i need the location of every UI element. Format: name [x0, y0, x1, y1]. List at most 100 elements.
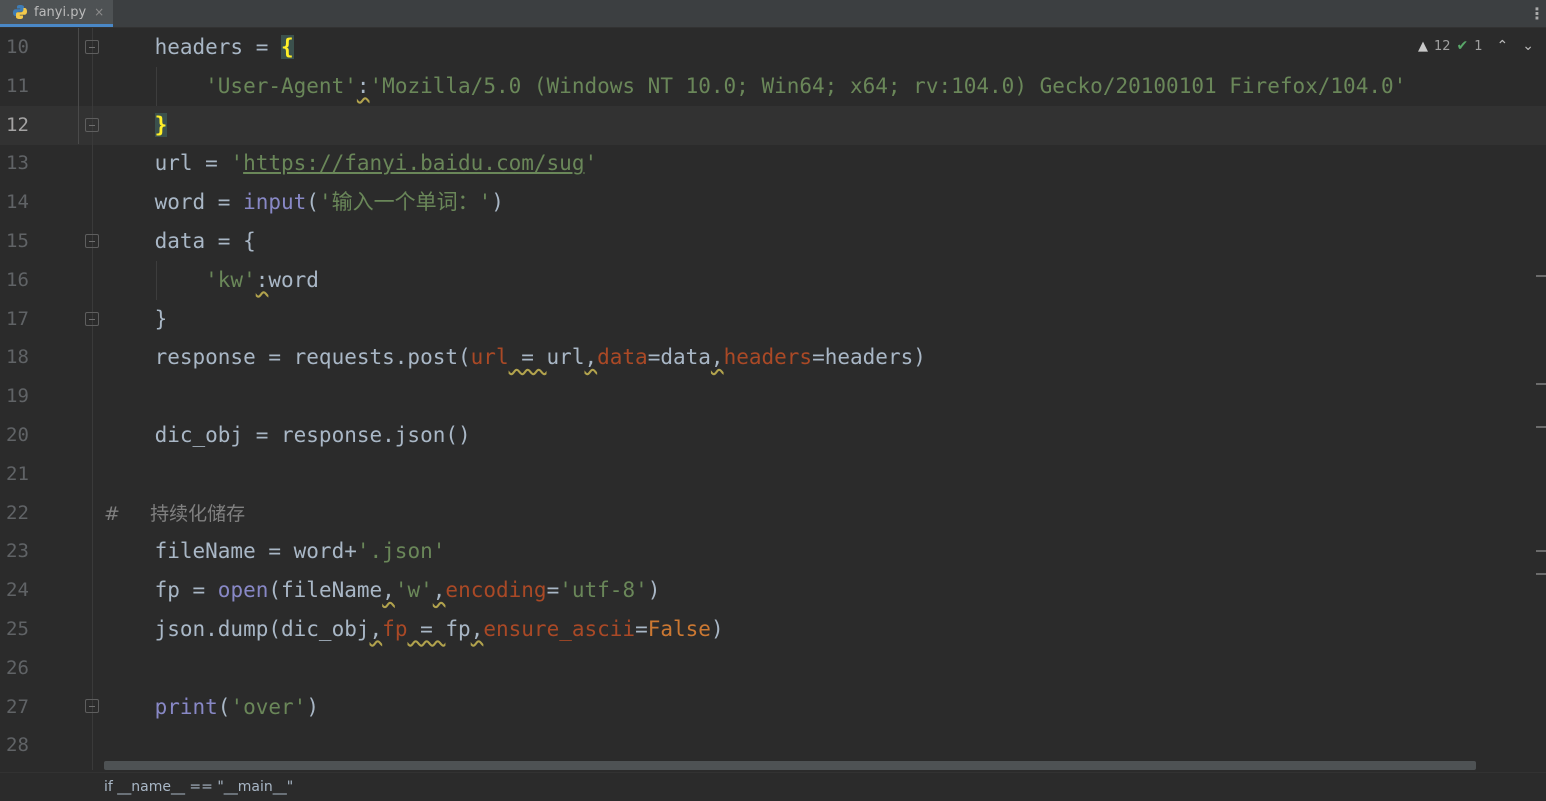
- code-token: headers =: [104, 35, 282, 59]
- code-text[interactable]: fileName = word+'.json': [104, 532, 446, 571]
- code-token: ,: [584, 345, 598, 370]
- close-icon[interactable]: ×: [94, 5, 104, 19]
- code-line[interactable]: 17 }: [0, 300, 1546, 339]
- code-line[interactable]: 23 fileName = word+'.json': [0, 532, 1546, 571]
- code-line[interactable]: 16 'kw':word: [0, 261, 1546, 300]
- breadcrumb-item[interactable]: if __name__ == "__main__": [104, 779, 293, 795]
- code-token: '输入一个单词：': [318, 190, 492, 215]
- code-token: fp =: [104, 578, 218, 603]
- tab-fanyi-py[interactable]: fanyi.py ×: [0, 0, 113, 27]
- code-line[interactable]: 12 }: [0, 105, 1546, 145]
- chevron-up-icon[interactable]: ⌃: [1497, 38, 1509, 54]
- code-token: (: [306, 190, 319, 215]
- line-number: 13: [6, 152, 29, 175]
- active-scope-line: [78, 28, 79, 144]
- code-text[interactable]: 'User-Agent':'Mozilla/5.0 (Windows NT 10…: [104, 67, 1406, 106]
- code-token: json.dump(dic_obj: [104, 617, 370, 641]
- fold-close-icon[interactable]: [85, 118, 99, 132]
- code-token: :: [255, 267, 269, 292]
- code-token: # 持续化储存: [104, 502, 246, 525]
- line-number: 27: [6, 695, 29, 718]
- code-token: (: [217, 694, 231, 719]
- line-number: 21: [6, 462, 29, 485]
- line-number: 16: [6, 268, 29, 291]
- fold-open-icon[interactable]: [85, 234, 99, 248]
- scroll-marker[interactable]: [1536, 275, 1546, 277]
- code-token: }: [154, 112, 168, 137]
- code-token: =data: [647, 345, 711, 370]
- code-line[interactable]: 10 headers = {: [0, 28, 1546, 67]
- code-token: ,: [710, 345, 724, 370]
- code-token: dic_obj = response.json(): [104, 423, 471, 447]
- scroll-marker[interactable]: [1536, 550, 1546, 552]
- code-token: print: [154, 694, 218, 719]
- code-token: data = {: [104, 229, 256, 253]
- code-line[interactable]: 25 json.dump(dic_obj,fp = fp,ensure_asci…: [0, 610, 1546, 649]
- code-text[interactable]: headers = {: [104, 28, 294, 67]
- line-number: 23: [6, 540, 29, 563]
- code-line[interactable]: 20 dic_obj = response.json(): [0, 416, 1546, 455]
- code-token: 'over': [230, 694, 307, 719]
- inspection-widget[interactable]: ▲ 12 ✔ 1 ⌃ ⌄: [1418, 36, 1534, 56]
- code-token: =: [635, 617, 648, 641]
- code-text[interactable]: response = requests.post(url = url,data=…: [104, 338, 926, 377]
- code-token: False: [647, 617, 711, 641]
- line-number: 14: [6, 191, 29, 214]
- code-text[interactable]: # 持续化储存: [104, 494, 245, 534]
- code-line[interactable]: 13 url = 'https://fanyi.baidu.com/sug': [0, 144, 1546, 183]
- fold-open-icon[interactable]: [85, 40, 99, 54]
- fold-close-icon[interactable]: [85, 699, 99, 713]
- code-line[interactable]: 27 print('over'): [0, 688, 1546, 727]
- line-number: 17: [6, 307, 29, 330]
- code-text[interactable]: dic_obj = response.json(): [104, 416, 471, 455]
- code-token: ensure_ascii: [483, 617, 636, 641]
- fold-close-icon[interactable]: [85, 312, 99, 326]
- editor-tab-bar: fanyi.py × ⋮: [0, 0, 1546, 28]
- code-line[interactable]: 14 word = input('输入一个单词：'): [0, 183, 1546, 222]
- code-text[interactable]: data = {: [104, 222, 256, 261]
- code-text[interactable]: }: [104, 300, 168, 339]
- code-line[interactable]: 24 fp = open(fileName,'w',encoding='utf-…: [0, 571, 1546, 610]
- code-token: url =: [104, 151, 231, 176]
- code-token: 'w': [394, 578, 433, 603]
- code-token: url: [546, 345, 585, 370]
- line-number: 25: [6, 618, 29, 640]
- code-token: 'Mozilla/5.0 (Windows NT 10.0; Win64; x6…: [369, 73, 1407, 98]
- indent-guide: [156, 67, 157, 106]
- scroll-marker[interactable]: [1536, 383, 1546, 385]
- checkmark-icon: ✔: [1456, 38, 1469, 54]
- scroll-marker[interactable]: [1536, 573, 1546, 575]
- code-line[interactable]: 22 # 持续化储存: [0, 494, 1546, 533]
- chevron-down-icon[interactable]: ⌄: [1522, 38, 1534, 54]
- code-text[interactable]: fp = open(fileName,'w',encoding='utf-8'): [104, 571, 661, 610]
- code-line[interactable]: 15 data = {: [0, 222, 1546, 261]
- code-token: }: [104, 306, 168, 331]
- code-text[interactable]: }: [104, 106, 168, 145]
- code-token: :: [356, 73, 370, 98]
- code-token: fp: [445, 617, 471, 641]
- code-editor[interactable]: 10 headers = {11 'User-Agent':'Mozilla/5…: [0, 28, 1546, 770]
- line-number: 18: [6, 346, 29, 369]
- code-line[interactable]: 18 response = requests.post(url = url,da…: [0, 338, 1546, 377]
- code-line[interactable]: 11 'User-Agent':'Mozilla/5.0 (Windows NT…: [0, 67, 1546, 106]
- code-text[interactable]: url = 'https://fanyi.baidu.com/sug': [104, 144, 598, 183]
- indent-guide: [156, 261, 157, 300]
- code-line[interactable]: 19: [0, 377, 1546, 416]
- code-line[interactable]: 28: [0, 726, 1546, 765]
- warning-icon: ▲: [1417, 38, 1428, 54]
- code-text[interactable]: 'kw':word: [104, 261, 319, 300]
- code-line[interactable]: 21: [0, 455, 1546, 494]
- horizontal-scrollbar[interactable]: [104, 761, 1476, 770]
- code-token: ,: [382, 578, 395, 603]
- code-line[interactable]: 26: [0, 649, 1546, 688]
- code-text[interactable]: json.dump(dic_obj,fp = fp,ensure_ascii=F…: [104, 610, 724, 649]
- code-token: ): [306, 694, 319, 719]
- code-text[interactable]: word = input('输入一个单词：'): [104, 183, 504, 222]
- code-token: 'kw': [104, 267, 256, 292]
- scroll-marker[interactable]: [1536, 426, 1546, 428]
- code-token: {: [281, 35, 294, 59]
- more-vertical-icon[interactable]: ⋮: [1529, 0, 1545, 27]
- code-token: input: [243, 190, 307, 215]
- code-text[interactable]: print('over'): [104, 688, 319, 727]
